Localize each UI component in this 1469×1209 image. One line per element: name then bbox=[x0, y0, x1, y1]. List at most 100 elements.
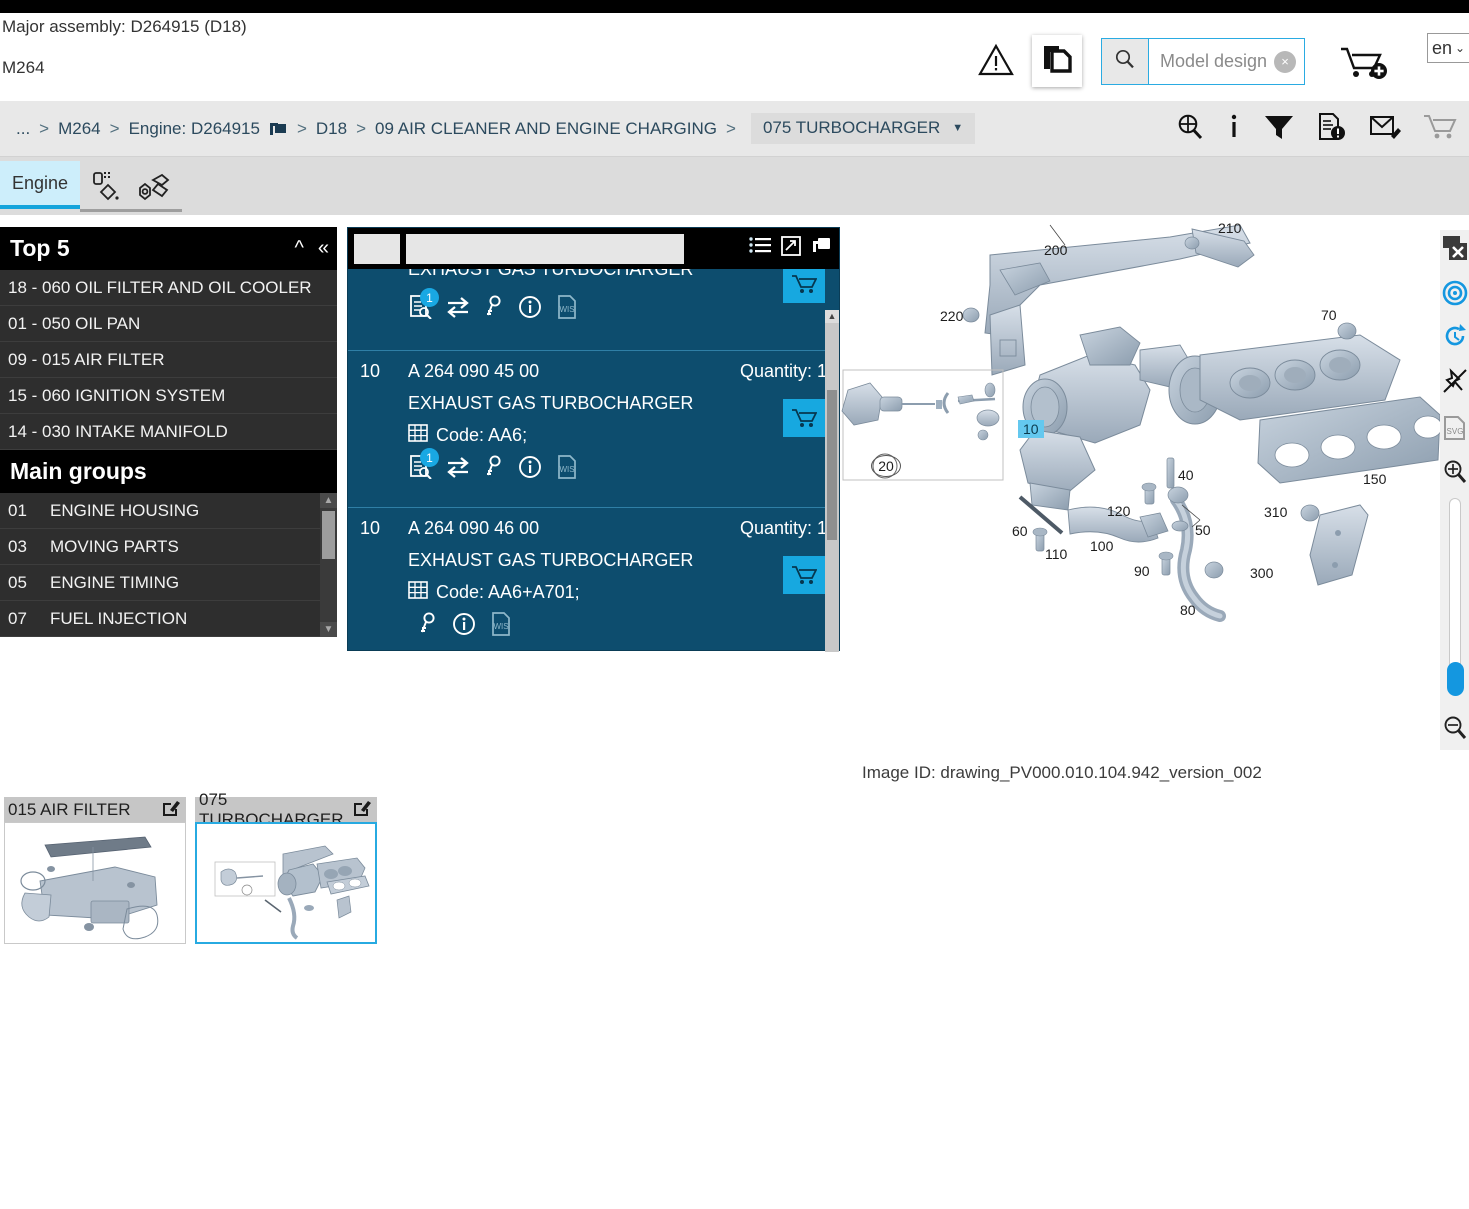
thumbnail-image[interactable] bbox=[195, 822, 377, 944]
list-view-icon[interactable] bbox=[749, 237, 771, 260]
tab-underline bbox=[80, 209, 182, 212]
diagram-callout-310: 310 bbox=[1264, 504, 1288, 520]
main-group-item-01[interactable]: 01 ENGINE HOUSING bbox=[0, 493, 337, 529]
thumbnail-air-filter[interactable]: 015 AIR FILTER bbox=[4, 797, 186, 944]
top5-item-4[interactable]: 14 - 030 INTAKE MANIFOLD bbox=[0, 414, 337, 450]
scroll-up-arrow-icon[interactable]: ▲ bbox=[320, 493, 337, 508]
major-assembly-label: Major assembly: D264915 (D18) bbox=[2, 17, 247, 36]
breadcrumb-separator: > bbox=[39, 118, 50, 138]
warning-triangle-icon[interactable] bbox=[978, 43, 1014, 77]
top5-item-2[interactable]: 09 - 015 AIR FILTER bbox=[0, 342, 337, 378]
document-search-icon[interactable]: 1 bbox=[408, 288, 439, 324]
part-row[interactable]: 10 A 264 090 46 00 Quantity: 1 EXHAUST G… bbox=[348, 508, 839, 642]
main-group-num: 03 bbox=[8, 536, 27, 556]
tab-fasteners-icon[interactable] bbox=[130, 167, 180, 207]
zoom-search-icon[interactable] bbox=[1175, 112, 1205, 147]
scrollbar-thumb[interactable] bbox=[827, 390, 837, 540]
main-groups-scrollbar[interactable]: ▲ ▼ bbox=[320, 493, 337, 637]
model-search-button[interactable] bbox=[1102, 39, 1149, 84]
zoom-slider-track[interactable] bbox=[1449, 498, 1461, 688]
info-icon[interactable] bbox=[518, 455, 542, 484]
breadcrumb-d18[interactable]: D18 bbox=[316, 119, 347, 139]
parts-filter-text-input[interactable] bbox=[406, 233, 684, 264]
add-to-cart-button[interactable] bbox=[783, 556, 825, 594]
tab-paint-icon[interactable] bbox=[82, 167, 132, 207]
main-groups-list: 01 ENGINE HOUSING 03 MOVING PARTS 05 ENG… bbox=[0, 493, 337, 637]
key-icon[interactable] bbox=[484, 295, 504, 324]
document-search-icon[interactable]: 1 bbox=[408, 448, 439, 484]
diagram-callout-10-highlighted[interactable]: 10 bbox=[1018, 420, 1044, 438]
unpin-icon[interactable] bbox=[1440, 363, 1469, 399]
scroll-down-arrow-icon[interactable]: ▼ bbox=[320, 622, 337, 637]
breadcrumb-ellipsis[interactable]: ... bbox=[16, 119, 30, 139]
zoom-in-icon[interactable] bbox=[1440, 454, 1469, 490]
zoom-out-icon[interactable] bbox=[1440, 710, 1469, 746]
filter-icon[interactable] bbox=[1263, 112, 1295, 147]
parts-list-scrollbar[interactable]: ▲ ▼ bbox=[825, 310, 839, 652]
edit-icon[interactable] bbox=[353, 799, 371, 821]
info-icon[interactable] bbox=[1227, 112, 1241, 147]
top5-item-3[interactable]: 15 - 060 IGNITION SYSTEM bbox=[0, 378, 337, 414]
wis-icon[interactable]: WIS bbox=[556, 295, 578, 324]
tab-engine[interactable]: Engine bbox=[0, 161, 80, 209]
wis-icon[interactable]: WIS bbox=[556, 455, 578, 484]
mail-edit-icon[interactable] bbox=[1369, 112, 1401, 147]
zoom-slider-thumb[interactable] bbox=[1447, 662, 1464, 696]
main-group-item-03[interactable]: 03 MOVING PARTS bbox=[0, 529, 337, 565]
close-icon[interactable] bbox=[1440, 230, 1469, 266]
thumbnail-turbocharger[interactable]: 075 TURBOCHARGER bbox=[195, 790, 377, 944]
add-to-cart-button[interactable] bbox=[783, 399, 825, 437]
top5-item-1[interactable]: 01 - 050 OIL PAN bbox=[0, 306, 337, 342]
chevron-double-left-icon[interactable]: « bbox=[318, 237, 329, 260]
thumbnail-image[interactable] bbox=[4, 822, 186, 944]
part-number: A 264 090 46 00 bbox=[408, 518, 540, 538]
target-icon[interactable] bbox=[1440, 275, 1469, 311]
scroll-up-arrow-icon[interactable]: ▲ bbox=[825, 310, 839, 323]
chevron-up-icon[interactable]: ^ bbox=[294, 237, 303, 260]
language-selector[interactable]: en ⌄ bbox=[1427, 33, 1469, 63]
key-icon[interactable] bbox=[484, 455, 504, 484]
scrollbar-thumb[interactable] bbox=[322, 511, 335, 559]
copy-pages-button[interactable] bbox=[1032, 35, 1082, 87]
breadcrumb-copy-icon[interactable] bbox=[268, 119, 288, 139]
breadcrumb-m264[interactable]: M264 bbox=[58, 119, 101, 139]
svg-text:WIS: WIS bbox=[493, 622, 508, 631]
breadcrumb-engine[interactable]: Engine: D264915 bbox=[129, 119, 260, 139]
expand-icon[interactable] bbox=[781, 236, 801, 261]
part-code-row: Code: AA6+A701; bbox=[408, 581, 827, 604]
parts-diagram[interactable]: 200 210 220 70 10 20 40 150 120 310 60 5… bbox=[840, 215, 1469, 745]
top5-item-0[interactable]: 18 - 060 OIL FILTER AND OIL COOLER bbox=[0, 270, 337, 306]
breadcrumb-group[interactable]: 09 AIR CLEANER AND ENGINE CHARGING bbox=[375, 119, 717, 139]
thumbnail-header: 075 TURBOCHARGER bbox=[195, 790, 377, 829]
table-grid-icon bbox=[408, 424, 428, 447]
rotate-reset-icon[interactable] bbox=[1440, 318, 1469, 354]
thumbnail-header: 015 AIR FILTER bbox=[4, 797, 186, 822]
svg-export-icon[interactable]: SVG bbox=[1440, 410, 1469, 446]
svg-text:WIS: WIS bbox=[559, 305, 574, 314]
model-search-box[interactable]: × bbox=[1101, 38, 1305, 85]
parts-filter-pos-input[interactable] bbox=[354, 233, 400, 264]
header-cart-add-button[interactable] bbox=[1339, 43, 1391, 83]
browser-top-strip bbox=[0, 0, 1469, 13]
key-icon[interactable] bbox=[418, 612, 438, 641]
exchange-icon[interactable] bbox=[446, 456, 470, 483]
part-row[interactable]: EXHAUST GAS TURBOCHARGER 1 WIS bbox=[348, 269, 839, 351]
main-group-item-07[interactable]: 07 FUEL INJECTION bbox=[0, 601, 337, 637]
table-grid-icon bbox=[408, 581, 428, 604]
add-to-cart-button[interactable] bbox=[783, 269, 825, 303]
document-alert-icon[interactable] bbox=[1317, 112, 1347, 147]
chevron-down-icon: ▼ bbox=[952, 122, 964, 134]
model-search-clear-button[interactable]: × bbox=[1274, 50, 1296, 73]
breadcrumb-current-dropdown[interactable]: 075 TURBOCHARGER ▼ bbox=[750, 113, 976, 144]
breadcrumb-separator: > bbox=[296, 118, 307, 138]
exchange-icon[interactable] bbox=[446, 296, 470, 323]
copy-icon[interactable] bbox=[811, 236, 833, 261]
cart-icon[interactable] bbox=[1423, 112, 1457, 147]
part-row-icons: WIS bbox=[418, 612, 827, 641]
edit-icon[interactable] bbox=[162, 799, 180, 821]
part-row[interactable]: 10 A 264 090 45 00 Quantity: 1 EXHAUST G… bbox=[348, 351, 839, 508]
main-group-item-05[interactable]: 05 ENGINE TIMING bbox=[0, 565, 337, 601]
info-icon[interactable] bbox=[518, 295, 542, 324]
info-icon[interactable] bbox=[452, 612, 476, 641]
wis-icon[interactable]: WIS bbox=[490, 612, 512, 641]
